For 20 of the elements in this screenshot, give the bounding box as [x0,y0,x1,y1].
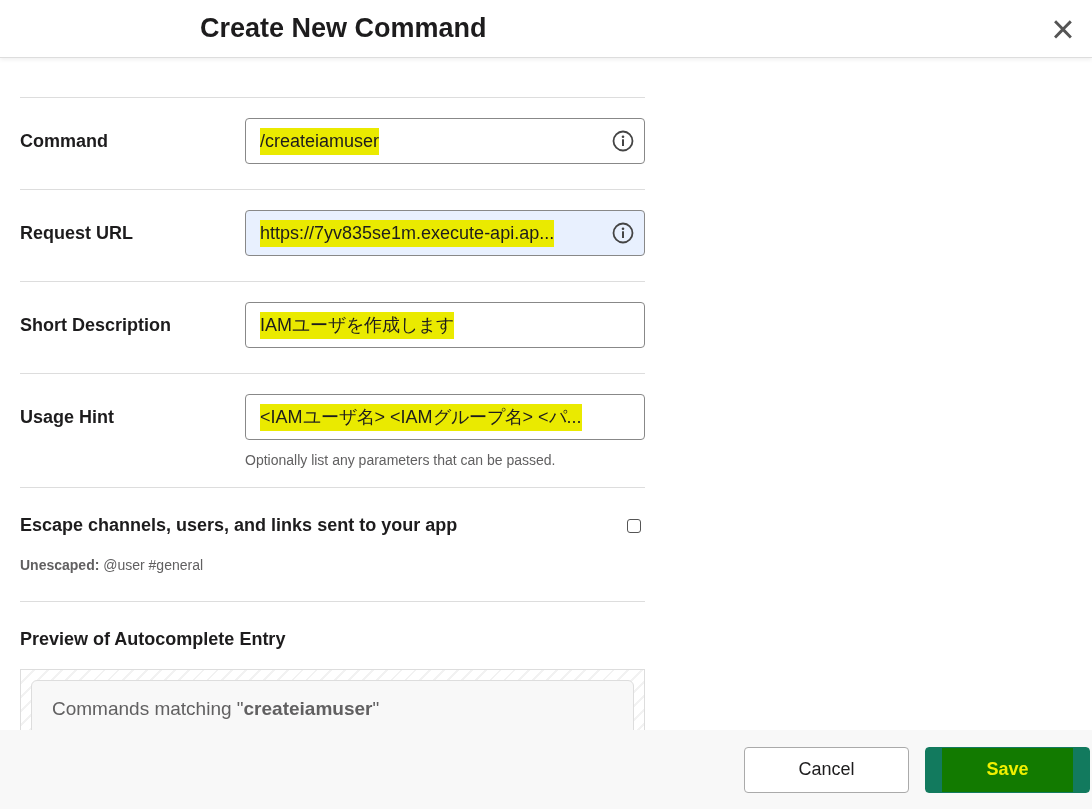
field-label: Command [20,129,109,153]
dialog-title: Create New Command [200,12,487,45]
input-field[interactable]: <IAMユーザ名> <IAMグループ名> <パ... [245,394,645,440]
input-field[interactable]: IAMユーザを作成します [245,302,645,348]
save-button[interactable]: Save [925,746,1090,793]
field-label: Request URL [20,221,134,245]
info-icon[interactable] [612,222,634,244]
checkbox-label: Escape channels, users, and links sent to your app [20,514,458,537]
section-heading: Preview of Autocomplete Entry [20,628,287,651]
close-button[interactable]: × [1034,0,1092,58]
checkbox[interactable] [627,518,641,533]
input-field[interactable]: /createiamuser [245,118,645,164]
field-label: Usage Hint [20,405,116,429]
info-icon[interactable] [612,130,634,152]
input-field[interactable]: https://7yv835se1m.execute-api.ap... [245,210,645,256]
autocomplete-preview: Commands matching "createiamuser" [31,680,634,730]
help-text: Optionally list any parameters that can be passed. [245,451,557,470]
field-label: Short Description [20,313,172,337]
cancel-button[interactable]: Cancel [744,746,909,793]
escape-note: Unescaped: @user #general [20,556,205,575]
